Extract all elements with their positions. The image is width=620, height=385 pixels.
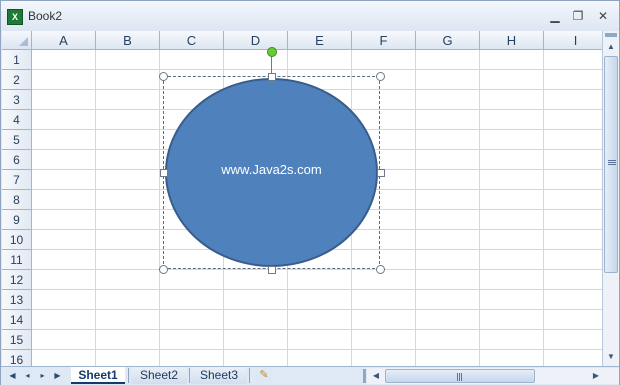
resize-handle-bottom-left[interactable] [159,265,168,274]
shape-text[interactable]: www.Java2s.com [165,162,378,177]
sheet-tab-bar: ◀︎ ◂ ▸ ▶︎ Sheet1 Sheet2 Sheet3 ✎ ◀ ▶ [1,366,619,385]
scroll-down-arrow-icon[interactable]: ▼ [603,349,619,365]
rotation-handle[interactable] [267,47,277,57]
title-bar[interactable]: X Book2 ▁ ❐ ✕ [1,1,619,31]
vertical-scrollbar[interactable]: ▲ ▼ [602,31,619,366]
minimize-icon: ▁ [550,9,560,23]
vertical-scroll-thumb[interactable] [604,56,618,273]
next-sheet-icon[interactable]: ▸ [36,368,49,383]
insert-sheet-icon[interactable]: ✎ [255,368,273,383]
minimize-button[interactable]: ▁ [545,7,565,25]
resize-handle-top-right[interactable] [376,72,385,81]
sheet-tab-sheet3[interactable]: Sheet3 [191,367,247,384]
restore-icon: ❐ [572,9,584,23]
close-button[interactable]: ✕ [593,7,613,25]
restore-button[interactable]: ❐ [568,7,588,25]
workbook-window: X Book2 ▁ ❐ ✕ A B C D E F G H I 1 2 3 4 5 6 7 8 9 10 11 12 13… [0,0,620,385]
last-sheet-icon[interactable]: ▶︎ [51,368,64,383]
excel-icon[interactable]: X [7,9,23,25]
horizontal-scroll-thumb[interactable] [385,369,535,383]
sheet-tab-sheet1[interactable]: Sheet1 [71,367,125,384]
horizontal-split-box[interactable] [363,369,366,383]
worksheet-grid[interactable]: A B C D E F G H I 1 2 3 4 5 6 7 8 9 10 11 12 13 14 15 16 www.Jav… [2,31,602,366]
resize-handle-left[interactable] [160,169,168,177]
horizontal-scrollbar[interactable]: ◀ ▶ [363,368,619,384]
resize-handle-top-left[interactable] [159,72,168,81]
resize-handle-top[interactable] [268,73,276,81]
sheet-tab-sheet2[interactable]: Sheet2 [131,367,187,384]
window-title: Book2 [28,9,63,23]
scroll-right-arrow-icon[interactable]: ▶ [589,368,603,384]
scroll-left-arrow-icon[interactable]: ◀ [369,368,383,384]
split-corner [604,368,618,384]
vertical-split-box[interactable] [605,33,617,37]
resize-handle-bottom-right[interactable] [376,265,385,274]
resize-handle-bottom[interactable] [268,266,276,274]
scroll-up-arrow-icon[interactable]: ▲ [603,39,619,55]
resize-handle-right[interactable] [377,169,385,177]
close-icon: ✕ [597,9,609,23]
shape-layer: www.Java2s.com [2,31,602,366]
prev-sheet-icon[interactable]: ◂ [21,368,34,383]
first-sheet-icon[interactable]: ◀︎ [6,368,19,383]
